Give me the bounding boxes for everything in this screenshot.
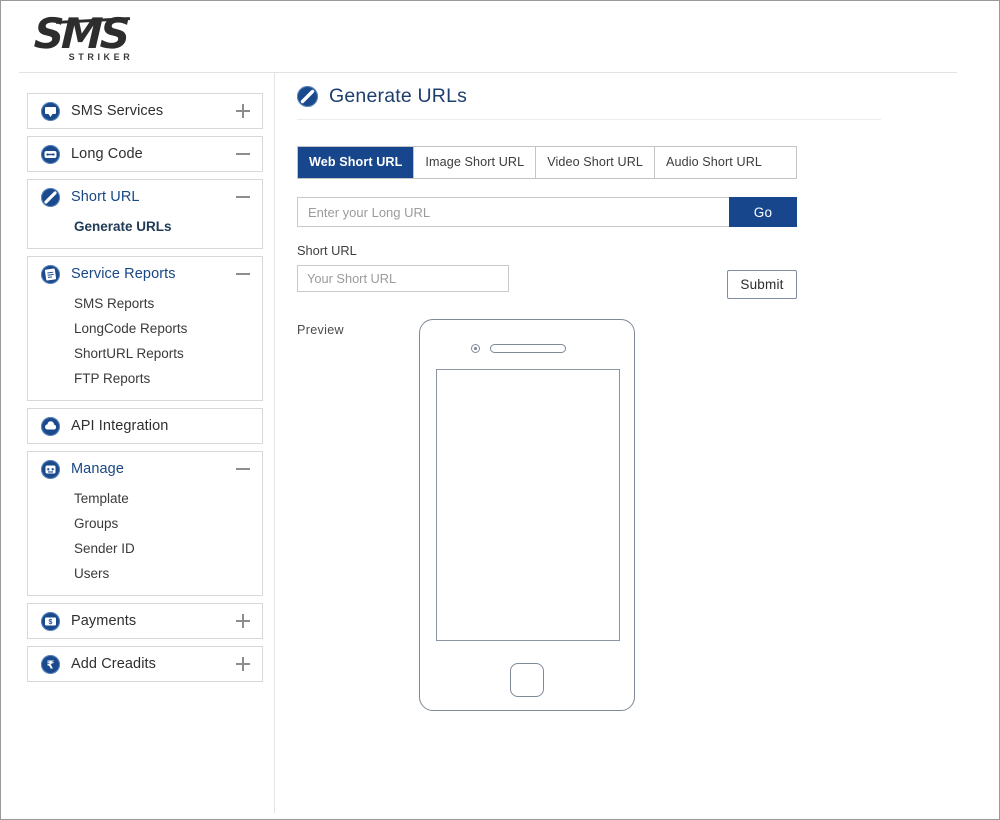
sidebar-item-label: Manage — [71, 461, 124, 477]
long-code-icon — [41, 144, 60, 164]
header-divider — [19, 72, 957, 73]
sidebar-item-label: Service Reports — [71, 266, 176, 282]
tab-image-short-url[interactable]: Image Short URL — [414, 147, 537, 178]
expand-plus-icon[interactable] — [236, 657, 250, 671]
sidebar-subitem-users[interactable]: Users — [28, 561, 262, 586]
page-header: Generate URLs — [297, 85, 881, 120]
nav-group-add-creadits: ₹ Add Creadits — [27, 646, 263, 682]
sidebar-item-payments[interactable]: $ Payments — [28, 604, 262, 638]
phone-camera-icon — [471, 344, 480, 353]
phone-home-button-icon — [510, 663, 544, 697]
long-url-input[interactable] — [297, 197, 729, 227]
svg-text:$: $ — [49, 619, 53, 626]
sidebar-subitem-groups[interactable]: Groups — [28, 511, 262, 536]
sidebar-subitem-template[interactable]: Template — [28, 486, 262, 511]
sidebar-item-short-url[interactable]: Short URL — [28, 180, 262, 214]
brand-logo[interactable]: SMS STRIKER — [33, 9, 154, 65]
sidebar-nav: SMS Services Long Code Short URL Generate U… — [27, 93, 263, 689]
sidebar-subitem-shorturl-reports[interactable]: ShortURL Reports — [28, 341, 262, 366]
collapse-minus-icon[interactable] — [236, 190, 250, 204]
svg-text:₹: ₹ — [47, 658, 55, 671]
nav-group-service-reports: Service Reports SMS Reports LongCode Repor… — [27, 256, 263, 401]
sidebar-item-label: SMS Services — [71, 103, 164, 119]
main-content: Generate URLs Web Short URL Image Short U… — [297, 85, 957, 743]
tab-video-short-url[interactable]: Video Short URL — [536, 147, 655, 178]
sidebar-subitem-generate-urls[interactable]: Generate URLs — [28, 214, 262, 239]
url-type-tabs: Web Short URL Image Short URL Video Short … — [297, 146, 797, 179]
rupee-icon: ₹ — [41, 654, 60, 674]
sidebar-item-label: API Integration — [71, 418, 169, 434]
short-url-label: Short URL — [297, 243, 357, 258]
tab-web-short-url[interactable]: Web Short URL — [298, 147, 415, 178]
preview-label: Preview — [297, 323, 344, 337]
long-url-row: Go — [297, 197, 797, 227]
sidebar-content-divider — [274, 73, 275, 813]
report-icon — [41, 264, 60, 284]
expand-plus-icon[interactable] — [236, 104, 250, 118]
sidebar-item-add-creadits[interactable]: ₹ Add Creadits — [28, 647, 262, 681]
chat-bubble-icon — [41, 101, 60, 121]
link-slash-icon — [297, 86, 318, 107]
sidebar-item-label: Payments — [71, 613, 137, 629]
sidebar-item-api-integration[interactable]: API Integration — [28, 409, 262, 443]
collapse-minus-icon[interactable] — [236, 267, 250, 281]
phone-mockup — [419, 319, 635, 711]
collapse-minus-icon[interactable] — [236, 462, 250, 476]
sidebar-subitem-sender-id[interactable]: Sender ID — [28, 536, 262, 561]
page-title: Generate URLs — [329, 85, 468, 107]
short-url-input[interactable] — [297, 265, 509, 292]
sidebar-item-service-reports[interactable]: Service Reports — [28, 257, 262, 291]
nav-subitems: Template Groups Sender ID Users — [28, 486, 262, 595]
sidebar-item-label: Add Creadits — [71, 656, 157, 672]
app-window: SMS STRIKER SMS Services Long Code Short U… — [0, 0, 1000, 820]
nav-group-manage: Manage Template Groups Sender ID Users — [27, 451, 263, 596]
submit-button[interactable]: Submit — [727, 270, 797, 299]
sidebar-subitem-longcode-reports[interactable]: LongCode Reports — [28, 316, 262, 341]
nav-group-payments: $ Payments — [27, 603, 263, 639]
nav-subitems: Generate URLs — [28, 214, 262, 248]
phone-screen-preview — [436, 369, 620, 641]
preview-section: Preview — [297, 319, 957, 743]
logo-header: SMS STRIKER — [1, 1, 999, 73]
phone-speaker-icon — [490, 344, 566, 353]
collapse-minus-icon[interactable] — [236, 147, 250, 161]
nav-subitems: SMS Reports LongCode Reports ShortURL Repo… — [28, 291, 262, 400]
payments-icon: $ — [41, 611, 60, 631]
sidebar-subitem-sms-reports[interactable]: SMS Reports — [28, 291, 262, 316]
nav-group-api-integration: API Integration — [27, 408, 263, 444]
link-slash-icon — [41, 187, 60, 207]
sidebar-item-sms-services[interactable]: SMS Services — [28, 94, 262, 128]
tab-audio-short-url[interactable]: Audio Short URL — [655, 147, 774, 178]
short-url-block: Short URL Submit — [297, 243, 797, 299]
nav-group-sms-services: SMS Services — [27, 93, 263, 129]
go-button[interactable]: Go — [729, 197, 797, 227]
nav-group-short-url: Short URL Generate URLs — [27, 179, 263, 249]
nav-group-long-code: Long Code — [27, 136, 263, 172]
cloud-api-icon — [41, 416, 60, 436]
logo-wordmark: SMS — [33, 9, 129, 58]
manage-robot-icon — [41, 459, 60, 479]
expand-plus-icon[interactable] — [236, 614, 250, 628]
sidebar-item-manage[interactable]: Manage — [28, 452, 262, 486]
sidebar-subitem-ftp-reports[interactable]: FTP Reports — [28, 366, 262, 391]
sidebar-item-label: Long Code — [71, 146, 143, 162]
sidebar-item-label: Short URL — [71, 189, 140, 205]
sidebar-item-long-code[interactable]: Long Code — [28, 137, 262, 171]
